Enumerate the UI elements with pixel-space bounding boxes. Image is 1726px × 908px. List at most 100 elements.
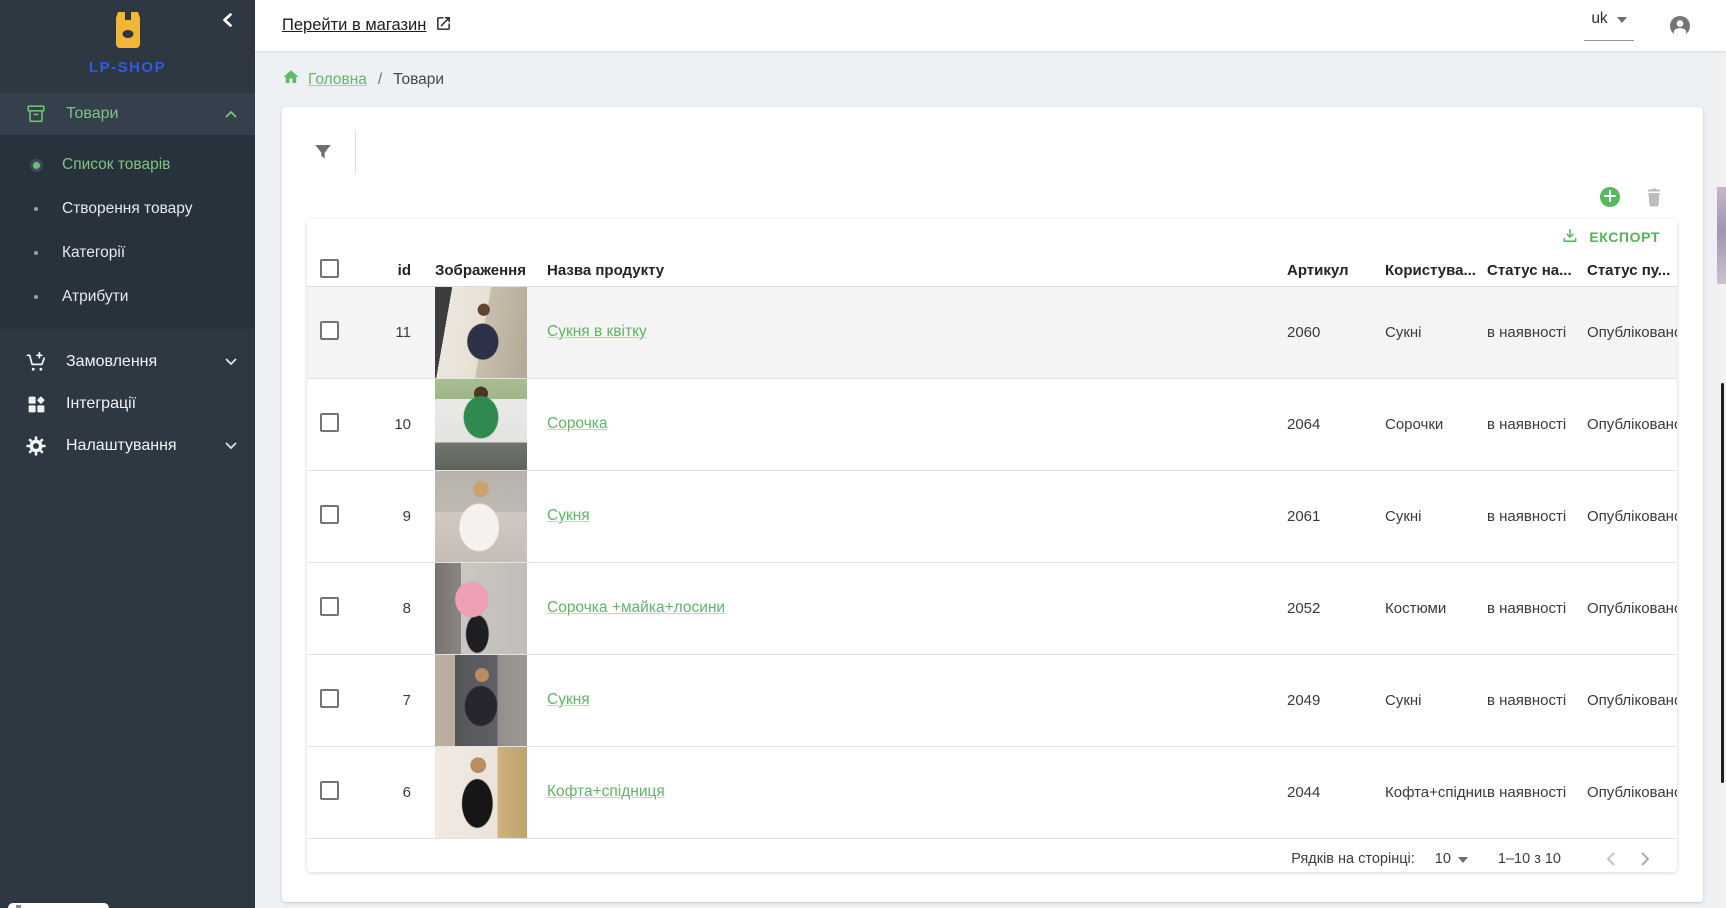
delete-button[interactable] — [1642, 185, 1666, 209]
column-header-category[interactable]: Користува... — [1385, 255, 1487, 286]
window-edge-strip — [1717, 52, 1726, 908]
shopping-bag-icon — [110, 10, 146, 55]
cell-publish: Опубліковано — [1587, 470, 1677, 562]
add-product-button[interactable] — [1600, 187, 1620, 207]
product-image — [435, 471, 527, 562]
rows-per-page-value: 10 — [1435, 851, 1451, 867]
row-checkbox[interactable] — [320, 781, 339, 800]
cell-availability: в наявності — [1487, 654, 1587, 746]
language-select[interactable]: uk — [1584, 10, 1634, 41]
cell-category: Сукні — [1385, 286, 1487, 378]
column-header-id[interactable]: id — [359, 255, 411, 286]
scrollbar-thumb[interactable] — [1721, 383, 1724, 783]
product-link[interactable]: Сукня — [547, 507, 590, 524]
select-all-checkbox[interactable] — [320, 259, 339, 278]
sidebar-item-attributes[interactable]: Атрибути — [0, 275, 255, 319]
row-checkbox[interactable] — [320, 413, 339, 432]
pagination-range: 1–10 з 10 — [1498, 851, 1561, 867]
product-link[interactable]: Сорочка +майка+лосини — [547, 599, 725, 616]
cell-publish: Опубліковано — [1587, 286, 1677, 378]
gear-icon — [24, 434, 48, 458]
column-header-publish[interactable]: Статус пу... — [1587, 255, 1677, 286]
breadcrumb-home-label: Головна — [308, 71, 367, 89]
bullet-icon — [24, 295, 48, 299]
previous-page-button[interactable] — [1599, 847, 1623, 871]
select-underline — [1584, 40, 1634, 41]
sidebar-item-integrations[interactable]: Інтеграції — [0, 383, 255, 425]
download-icon — [1561, 227, 1579, 248]
export-row: ЕКСПОРТ — [307, 219, 1677, 255]
cell-sku: 2044 — [1287, 746, 1385, 838]
sidebar-item-products[interactable]: Товари — [0, 93, 255, 135]
edge-content-sliver — [1717, 187, 1726, 284]
table-row: 11 Сукня в квітку 2060 Сукні в наявності… — [307, 286, 1677, 378]
sidebar-item-product-create[interactable]: Створення товару — [0, 187, 255, 231]
table-row: 8 Сорочка +майка+лосини 2052 Костюми в н… — [307, 562, 1677, 654]
topbar: Перейти в магазин uk — [255, 0, 1726, 52]
cell-id: 10 — [359, 378, 411, 470]
go-to-store-link[interactable]: Перейти в магазин — [282, 15, 452, 37]
sidebar-item-product-list[interactable]: Список товарів — [0, 143, 255, 187]
product-image — [435, 287, 527, 378]
product-image — [435, 379, 527, 470]
sidebar-collapse-button[interactable] — [217, 10, 239, 32]
cell-availability: в наявності — [1487, 746, 1587, 838]
export-label: ЕКСПОРТ — [1589, 229, 1660, 245]
table-paper: ЕКСПОРТ id Зображення — [307, 219, 1677, 872]
product-link[interactable]: Сукня в квітку — [547, 323, 647, 340]
cell-id: 6 — [359, 746, 411, 838]
product-link[interactable]: Кофта+спідниця — [547, 783, 665, 800]
sidebar-item-settings[interactable]: Налаштування — [0, 425, 255, 467]
sidebar-nav: Товари Список товарів Створення товару К… — [0, 93, 255, 467]
cell-category: Сукні — [1385, 470, 1487, 562]
cell-availability: в наявності — [1487, 286, 1587, 378]
pagination: Рядків на сторінці: 10 1–10 з 10 — [307, 839, 1677, 879]
sidebar-item-label: Інтеграції — [66, 395, 136, 413]
cell-id: 11 — [359, 286, 411, 378]
select-all-cell — [307, 255, 359, 286]
admin-page: LP-SHOP Товари Список — [0, 0, 1726, 908]
row-checkbox[interactable] — [320, 321, 339, 340]
sidebar-item-label: Створення товару — [62, 200, 192, 218]
inventory-box-icon — [24, 102, 48, 126]
person-circle-icon — [1668, 26, 1692, 41]
chevron-left-icon — [220, 12, 236, 31]
column-header-name[interactable]: Назва продукту — [539, 255, 1287, 286]
row-checkbox[interactable] — [320, 505, 339, 524]
column-header-sku[interactable]: Артикул — [1287, 255, 1385, 286]
cell-sku: 2061 — [1287, 470, 1385, 562]
products-submenu: Список товарів Створення товару Категорі… — [0, 135, 255, 329]
table-row: 9 Сукня 2061 Сукні в наявності Опубліков… — [307, 470, 1677, 562]
product-link[interactable]: Сукня — [547, 691, 590, 708]
breadcrumb-separator: / — [378, 71, 382, 89]
cell-sku: 2049 — [1287, 654, 1385, 746]
row-checkbox[interactable] — [320, 597, 339, 616]
row-checkbox[interactable] — [320, 689, 339, 708]
funnel-icon — [311, 152, 335, 167]
rows-per-page-label: Рядків на сторінці: — [1291, 851, 1415, 867]
column-header-availability[interactable]: Статус на... — [1487, 255, 1587, 286]
column-header-image[interactable]: Зображення — [411, 255, 539, 286]
filter-button[interactable] — [311, 140, 335, 164]
sidebar-item-orders[interactable]: Замовлення — [0, 341, 255, 383]
next-page-button[interactable] — [1633, 847, 1657, 871]
cell-category: Сорочки — [1385, 378, 1487, 470]
product-link[interactable]: Сорочка — [547, 415, 608, 432]
products-card: ЕКСПОРТ id Зображення — [282, 107, 1703, 902]
triangle-down-icon — [1617, 10, 1627, 28]
chevron-down-icon — [225, 437, 237, 455]
toolbar-divider — [355, 130, 356, 174]
active-bullet-icon — [24, 159, 48, 172]
bullet-icon — [24, 251, 48, 255]
table-row: 10 Сорочка 2064 Сорочки в наявності Опуб… — [307, 378, 1677, 470]
export-button[interactable]: ЕКСПОРТ — [1555, 226, 1666, 249]
cell-category: Сукні — [1385, 654, 1487, 746]
rows-per-page-select[interactable]: 10 — [1435, 851, 1468, 867]
plus-icon — [1604, 190, 1616, 205]
sidebar-item-categories[interactable]: Категорії — [0, 231, 255, 275]
cell-sku: 2060 — [1287, 286, 1385, 378]
sidebar-item-label: Список товарів — [62, 156, 170, 174]
table-row: 6 Кофта+спідниця 2044 Кофта+спідниц в на… — [307, 746, 1677, 838]
breadcrumb-home-link[interactable]: Головна — [282, 68, 367, 91]
account-button[interactable] — [1668, 14, 1692, 38]
